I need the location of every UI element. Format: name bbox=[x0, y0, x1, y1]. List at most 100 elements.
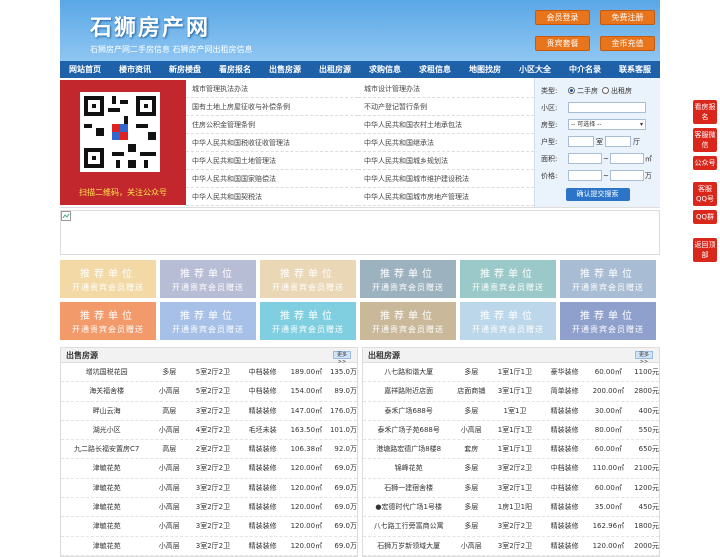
sale-row[interactable]: 增坑国税花园 多层 5室2厅2卫 中档装修 189.00㎡ 135.0万 bbox=[61, 363, 357, 383]
rent-cell[interactable]: 石狮万岁新领域大厦 bbox=[363, 537, 454, 555]
nav-item[interactable]: 求租信息 bbox=[410, 61, 460, 78]
policy-link[interactable]: 中华人民共和国城市房地产管理法 bbox=[358, 188, 534, 206]
sale-row[interactable]: 津毓花苑 小高层 3室2厅2卫 精装装修 120.00㎡ 69.0万 bbox=[61, 517, 357, 537]
policy-link[interactable]: 住房公积金管理条例 bbox=[186, 116, 358, 134]
nav-item[interactable]: 求购信息 bbox=[360, 61, 410, 78]
size-max-input[interactable] bbox=[609, 153, 644, 164]
recommend-tile[interactable]: 推荐单位 开通贵宾会员赠送 bbox=[60, 302, 156, 340]
rent-cell[interactable]: 石狮一建宿舍楼 bbox=[363, 479, 454, 497]
recommend-tile[interactable]: 推荐单位 开通贵宾会员赠送 bbox=[460, 260, 556, 298]
policy-link[interactable]: 中华人民共和国城市维护建设税法 bbox=[358, 170, 534, 188]
rent-more-link[interactable]: 更多>> bbox=[635, 351, 653, 365]
policy-link[interactable]: 中华人民共和国契税法 bbox=[186, 188, 358, 206]
sale-row[interactable]: 畔山云海 高层 3室2厅2卫 精装装修 147.00㎡ 176.0万 bbox=[61, 402, 357, 421]
nav-item[interactable]: 新房楼盘 bbox=[160, 61, 210, 78]
rent-cell[interactable]: 港塘路宏德广场8楼8 bbox=[363, 440, 454, 458]
rent-row[interactable]: 石狮一建宿舍楼 多层 3室2厅1卫 中档装修 60.00㎡ 1200元 bbox=[363, 479, 659, 499]
nav-item[interactable]: 地图找房 bbox=[460, 61, 510, 78]
policy-link[interactable]: 中华人民共和国国家赔偿法 bbox=[186, 170, 358, 188]
sale-cell[interactable]: 九二路长福安置房C7 bbox=[61, 440, 152, 458]
rent-cell[interactable]: 八七路和谐大厦 bbox=[363, 363, 454, 381]
nav-item[interactable]: 联系客服 bbox=[610, 61, 660, 78]
recommend-tile[interactable]: 推荐单位 开通贵宾会员赠送 bbox=[460, 302, 556, 340]
recommend-tile[interactable]: 推荐单位 开通贵宾会员赠送 bbox=[60, 260, 156, 298]
policy-link[interactable]: 国有土地上房屋征收与补偿条例 bbox=[186, 98, 358, 116]
sale-row[interactable]: 津毓花苑 小高层 3室2厅2卫 精装装修 120.00㎡ 69.0万 bbox=[61, 498, 357, 518]
sale-cell[interactable]: 津毓花苑 bbox=[61, 537, 152, 555]
sale-cell[interactable]: 津毓花苑 bbox=[61, 498, 152, 516]
nav-item[interactable]: 中介名录 bbox=[560, 61, 610, 78]
nav-item[interactable]: 楼市资讯 bbox=[110, 61, 160, 78]
rent-cell[interactable]: 泰禾广场子苑688号 bbox=[363, 421, 454, 439]
radio-secondhand[interactable] bbox=[568, 87, 575, 94]
rent-row[interactable]: 泰禾广场688号 多层 1室1卫 精装装修 30.00㎡ 400元 bbox=[363, 402, 659, 421]
recommend-tile[interactable]: 推荐单位 开通贵宾会员赠送 bbox=[560, 302, 656, 340]
rent-cell[interactable]: 嘉祥路附近店面 bbox=[363, 382, 454, 400]
nav-item[interactable]: 看房报名 bbox=[210, 61, 260, 78]
sidebar-button[interactable]: QQ群 bbox=[693, 210, 717, 224]
search-submit-button[interactable]: 确认提交搜索 bbox=[565, 188, 630, 201]
rent-row[interactable]: 八七路工行旁富商公寓 多层 3室2厅2卫 精装装修 162.96㎡ 1800元 bbox=[363, 517, 659, 537]
nav-item[interactable]: 小区大全 bbox=[510, 61, 560, 78]
policy-link[interactable]: 城市设计管理办法 bbox=[358, 80, 534, 98]
recommend-tile[interactable]: 推荐单位 开通贵宾会员赠送 bbox=[260, 302, 356, 340]
register-button[interactable]: 免费注册 bbox=[600, 10, 655, 25]
sale-cell[interactable]: 津毓花苑 bbox=[61, 517, 152, 535]
recharge-button[interactable]: 金币充值 bbox=[600, 36, 655, 51]
rent-cell[interactable]: 泰禾广场688号 bbox=[363, 402, 454, 420]
sale-cell[interactable]: 海关福舍楼 bbox=[61, 382, 152, 400]
rent-cell[interactable]: 锦峰花苑 bbox=[363, 459, 454, 477]
sale-cell[interactable]: 畔山云海 bbox=[61, 402, 152, 420]
policy-link[interactable]: 中华人民共和国继承法 bbox=[358, 134, 534, 152]
rent-row[interactable]: 嘉祥路附近店面 店面商铺 3室1厅1卫 简单装修 200.00㎡ 2800元 bbox=[363, 382, 659, 402]
policy-link[interactable]: 中华人民共和国土地管理法 bbox=[186, 152, 358, 170]
sidebar-button[interactable]: 公众号 bbox=[693, 156, 717, 170]
recommend-tile[interactable]: 推荐单位 开通贵宾会员赠送 bbox=[160, 302, 256, 340]
sale-row[interactable]: 九二路长福安置房C7 高层 2室2厅2卫 精装装修 106.38㎡ 92.0万 bbox=[61, 440, 357, 460]
sale-row[interactable]: 海关福舍楼 小高层 5室2厅2卫 中档装修 154.00㎡ 89.0万 bbox=[61, 382, 357, 402]
price-min-input[interactable] bbox=[568, 170, 602, 181]
login-button[interactable]: 会员登录 bbox=[535, 10, 590, 25]
sale-row[interactable]: 津毓花苑 小高层 3室2厅2卫 精装装修 120.00㎡ 69.0万 bbox=[61, 459, 357, 479]
banner-image[interactable] bbox=[60, 210, 660, 255]
nav-item[interactable]: 网站首页 bbox=[60, 61, 110, 78]
hall-select[interactable] bbox=[605, 136, 631, 147]
recommend-tile[interactable]: 推荐单位 开通贵宾会员赠送 bbox=[360, 260, 456, 298]
vip-package-button[interactable]: 贵宾套餐 bbox=[535, 36, 590, 51]
policy-link[interactable]: 不动产登记暂行条例 bbox=[358, 98, 534, 116]
sale-cell[interactable]: 津毓花苑 bbox=[61, 459, 152, 477]
sale-cell[interactable]: 津毓花苑 bbox=[61, 479, 152, 497]
policy-link[interactable]: 城市管理执法办法 bbox=[186, 80, 358, 98]
room-select[interactable] bbox=[568, 136, 594, 147]
recommend-tile[interactable]: 推荐单位 开通贵宾会员赠送 bbox=[360, 302, 456, 340]
sidebar-button[interactable]: 客服QQ号 bbox=[693, 182, 717, 206]
radio-rent[interactable] bbox=[602, 87, 609, 94]
rent-cell[interactable]: ●宏德时代广场1号楼 bbox=[363, 498, 454, 516]
sidebar-button[interactable]: 客服微信 bbox=[693, 128, 717, 152]
site-logo[interactable]: 石狮房产网 bbox=[90, 10, 210, 42]
sidebar-button[interactable]: 返回顶部 bbox=[693, 238, 717, 262]
size-min-input[interactable] bbox=[568, 153, 602, 164]
sale-row[interactable]: 津毓花苑 小高层 3室2厅2卫 精装装修 120.00㎡ 69.0万 bbox=[61, 479, 357, 499]
recommend-tile[interactable]: 推荐单位 开通贵宾会员赠送 bbox=[560, 260, 656, 298]
house-type-select[interactable]: -- 可选择 -- ▾ bbox=[568, 119, 646, 130]
price-max-input[interactable] bbox=[609, 170, 644, 181]
sale-cell[interactable]: 湖光小区 bbox=[61, 421, 152, 439]
sale-more-link[interactable]: 更多>> bbox=[333, 351, 351, 365]
rent-row[interactable]: ●宏德时代广场1号楼 多层 1房1卫1阳 精装装修 35.00㎡ 450元 bbox=[363, 498, 659, 518]
rent-row[interactable]: 港塘路宏德广场8楼8 套房 1室1厅1卫 精装装修 60.00㎡ 650元 bbox=[363, 440, 659, 460]
policy-link[interactable]: 中华人民共和国税收征收管理法 bbox=[186, 134, 358, 152]
policy-link[interactable]: 中华人民共和国农村土地承包法 bbox=[358, 116, 534, 134]
sale-cell[interactable]: 增坑国税花园 bbox=[61, 363, 152, 381]
sidebar-button[interactable]: 看房报名 bbox=[693, 100, 717, 124]
rent-row[interactable]: 泰禾广场子苑688号 小高层 1室1厅1卫 精装装修 80.00㎡ 550元 bbox=[363, 421, 659, 441]
rent-row[interactable]: 锦峰花苑 多层 3室2厅2卫 中档装修 110.00㎡ 2100元 bbox=[363, 459, 659, 479]
rent-row[interactable]: 八七路和谐大厦 多层 1室1厅1卫 豪华装修 60.00㎡ 1100元 bbox=[363, 363, 659, 383]
recommend-tile[interactable]: 推荐单位 开通贵宾会员赠送 bbox=[260, 260, 356, 298]
rent-cell[interactable]: 八七路工行旁富商公寓 bbox=[363, 517, 454, 535]
nav-item[interactable]: 出租房源 bbox=[310, 61, 360, 78]
policy-link[interactable]: 中华人民共和国城乡规划法 bbox=[358, 152, 534, 170]
area-input[interactable] bbox=[568, 102, 646, 113]
nav-item[interactable]: 出售房源 bbox=[260, 61, 310, 78]
sale-row[interactable]: 湖光小区 小高层 4室2厅2卫 毛坯未装 163.50㎡ 101.0万 bbox=[61, 421, 357, 441]
